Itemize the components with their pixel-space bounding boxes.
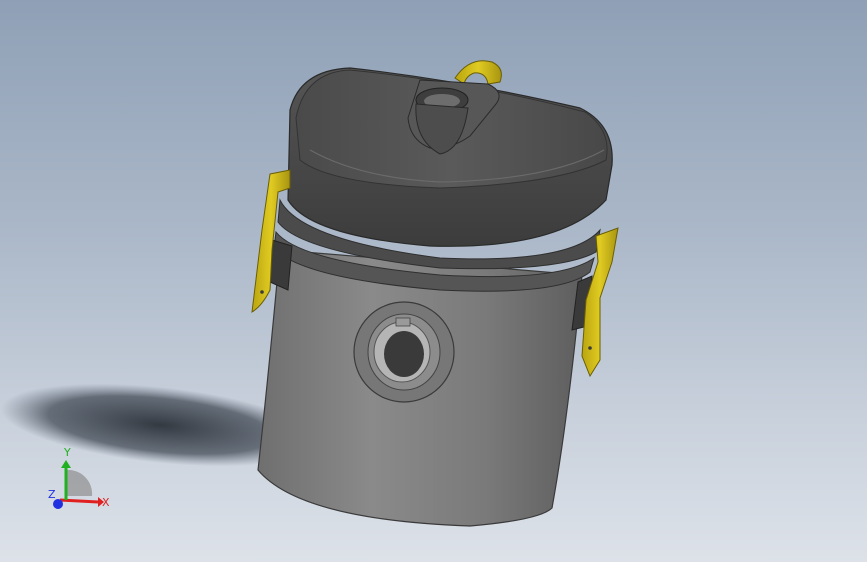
- triad-x-label: X: [102, 496, 110, 509]
- coordinate-triad: X Y Z: [48, 446, 110, 509]
- left-latch-bracket: [269, 239, 293, 291]
- side-inlet-tab: [395, 317, 411, 327]
- triad-z-label: Z: [48, 488, 56, 501]
- triad-plane-shading: [66, 469, 93, 496]
- side-inlet-hole: [384, 331, 424, 377]
- left-latch-pin: [260, 290, 264, 294]
- triad-y-label: Y: [63, 446, 71, 459]
- model-view[interactable]: X Y Z: [0, 0, 867, 562]
- triad-y-arrow: [61, 460, 71, 468]
- right-latch-pin: [588, 346, 592, 350]
- cad-viewport[interactable]: X Y Z: [0, 0, 867, 562]
- top-handle-loop: [454, 60, 502, 85]
- triad-x-axis: [59, 498, 99, 504]
